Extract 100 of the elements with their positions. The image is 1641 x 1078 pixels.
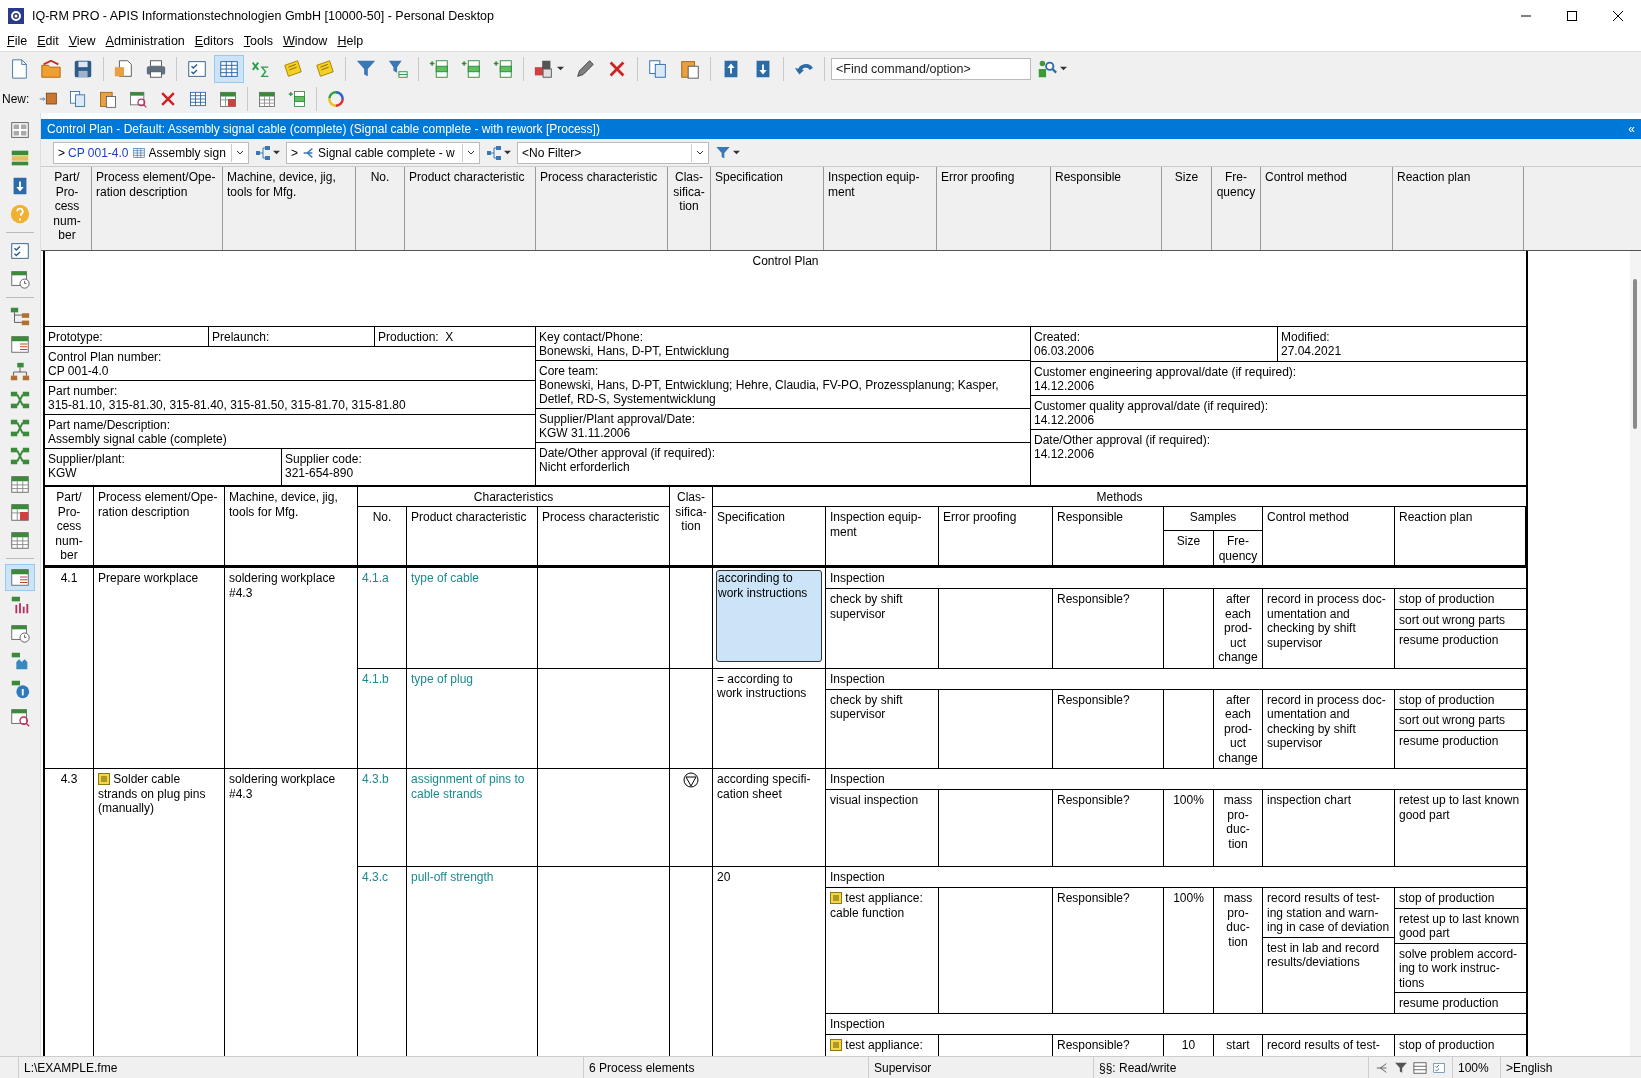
field-label: Part name/Description:: [48, 418, 171, 432]
menu-item[interactable]: Editors: [189, 34, 239, 48]
method-group-title: Inspection: [830, 870, 885, 884]
field-value: 315-81.10, 315-81.30, 315-81.40, 315-81.50, 315-81.70, 315-81.80: [48, 398, 406, 412]
help-icon: [9, 203, 31, 225]
reaction-plan: resume production: [1399, 633, 1500, 648]
reaction-plan: resume production: [1399, 996, 1500, 1011]
characteristic-number[interactable]: 4.3.c: [362, 870, 402, 885]
product-characteristic[interactable]: pull-off strength: [411, 870, 533, 885]
method-group-title: Inspection: [830, 571, 885, 585]
column-header[interactable]: Specification: [715, 170, 819, 185]
responsible-text: Responsible?: [1057, 891, 1130, 905]
specification[interactable]: according specifi- cation sheet: [716, 771, 822, 802]
column-header[interactable]: Reaction plan: [1397, 170, 1519, 185]
field-value: Bonewski, Hans, D-PT, Entwicklung; Hehre, Claudia, FV-PO, Prozessplanung; Kasper, Detlef, RD-S, Systementwicklung: [539, 378, 1000, 406]
filter-dropdown[interactable]: <No Filter>: [517, 141, 709, 164]
scrollbar-thumb[interactable]: [1633, 279, 1637, 429]
field-value: 321-654-890: [285, 466, 354, 480]
menu-item[interactable]: Tools: [238, 34, 278, 48]
characteristic-number[interactable]: 4.1.a: [362, 571, 402, 586]
checklist-icon[interactable]: [1432, 1060, 1446, 1075]
characteristic-number[interactable]: 4.1.b: [362, 671, 402, 686]
phase-field: Prototype:: [48, 330, 103, 344]
cross-link-icon: [9, 445, 31, 467]
field-label: Date/Other approval (if required):: [1034, 433, 1211, 447]
filter-icon[interactable]: [1394, 1060, 1408, 1075]
column-header[interactable]: No.: [360, 170, 400, 185]
selector-code: CP 001-4.0: [68, 145, 129, 160]
menu-item[interactable]: File: [2, 34, 33, 48]
reaction-plan: stop of production: [1399, 891, 1496, 906]
status-access: §§: Read/write: [1093, 1057, 1368, 1078]
info-icon: [9, 678, 31, 700]
product-characteristic[interactable]: assignment of pins to cable strands: [411, 772, 533, 801]
layout-icon: [9, 119, 31, 141]
note-icon: [314, 57, 336, 80]
field-value: KGW: [48, 466, 77, 480]
field-value: 06.03.2006: [1034, 344, 1095, 358]
column-header[interactable]: Process characteristic: [540, 170, 663, 185]
menu-item[interactable]: Help: [332, 34, 369, 48]
column-group-header: Methods: [1096, 490, 1143, 504]
column-header[interactable]: Machine, device, jig, tools for Mfg.: [227, 170, 351, 199]
table-icon: [257, 89, 278, 109]
method-group-title: Inspection: [830, 671, 885, 686]
table-icon: [9, 333, 31, 355]
status-role: Supervisor: [868, 1057, 1093, 1078]
responsible-text: Responsible?: [1057, 692, 1130, 707]
tree-icon[interactable]: [1375, 1060, 1389, 1075]
collapse-button[interactable]: «: [1628, 122, 1635, 136]
product-characteristic[interactable]: type of plug: [411, 671, 533, 686]
copy-icon: [647, 57, 669, 80]
column-header[interactable]: Fre- quency: [1216, 170, 1256, 199]
menu-item[interactable]: Administration: [100, 34, 190, 48]
column-header[interactable]: Error proofing: [941, 170, 1046, 185]
menu-item[interactable]: Window: [277, 34, 333, 48]
process-name: Solder cable strands on plug pins (manually): [98, 772, 206, 815]
column-group-header: Characteristics: [473, 490, 554, 504]
machine-text: soldering workplace #4.3: [229, 571, 336, 600]
field-label: Date/Other approval (if required):: [539, 446, 716, 460]
selector-dropdown[interactable]: > CP 001-4.0 Assembly sign: [53, 141, 249, 164]
column-header: Clas- sifica- tion: [674, 490, 708, 534]
vertical-scrollbar[interactable]: [1630, 251, 1641, 1056]
rows-icon[interactable]: [1413, 1060, 1427, 1075]
specification[interactable]: accorinding to work instructions: [716, 570, 822, 662]
column-header[interactable]: Size: [1166, 170, 1207, 185]
field-value: Assembly signal cable (complete): [48, 432, 227, 446]
characteristic-number[interactable]: 4.3.b: [362, 772, 402, 787]
phase-field: Prelaunch:: [212, 330, 270, 344]
field-label: Customer engineering approval/date (if required):: [1034, 365, 1297, 379]
inspection-equipment: check by shift supervisor: [830, 692, 903, 721]
column-header[interactable]: Inspection equip- ment: [828, 170, 932, 199]
selector-dropdown[interactable]: > Signal cable complete - w: [286, 141, 480, 164]
folder-icon: [40, 57, 62, 80]
column-header[interactable]: Process element/Ope- ration description: [96, 170, 218, 199]
menu-item[interactable]: View: [63, 34, 101, 48]
sidebar-button[interactable]: [5, 563, 35, 591]
field-label: Supplier/plant:: [48, 452, 125, 466]
column-header[interactable]: Product characteristic: [409, 170, 531, 185]
reaction-plan: stop of production: [1399, 692, 1496, 707]
field-label: Modified:: [1281, 330, 1330, 344]
column-header[interactable]: Part/ Pro- cess num- ber: [47, 170, 87, 243]
column-header: Responsible: [1057, 510, 1125, 525]
filter-icon: [715, 144, 731, 161]
responsible-text: Responsible?: [1057, 793, 1130, 807]
note-icon: [282, 57, 304, 80]
menu-item[interactable]: Edit: [32, 34, 64, 48]
panel-title: Control Plan - Default: Assembly signal cable (complete) (Signal cable complete - with rework [Process]): [47, 122, 600, 136]
printer-icon: [145, 57, 167, 80]
table-icon: [131, 145, 146, 160]
product-characteristic[interactable]: type of cable: [411, 571, 533, 586]
toolbar-button[interactable]: [214, 54, 244, 83]
find-command-field[interactable]: <Find command/option>: [831, 57, 1031, 80]
inspection-equipment: test appliance: cable function: [830, 891, 923, 920]
column-header[interactable]: Control method: [1265, 170, 1388, 185]
specification[interactable]: 20: [716, 869, 822, 886]
specification[interactable]: = according to work instructions: [716, 670, 822, 702]
column-header[interactable]: Responsible: [1055, 170, 1157, 185]
field-value: 14.12.2006: [1034, 379, 1095, 393]
column-header[interactable]: Clas- sifica- tion: [672, 170, 706, 214]
close-icon: [1613, 10, 1623, 21]
column-group-header: Samples: [1189, 510, 1237, 524]
